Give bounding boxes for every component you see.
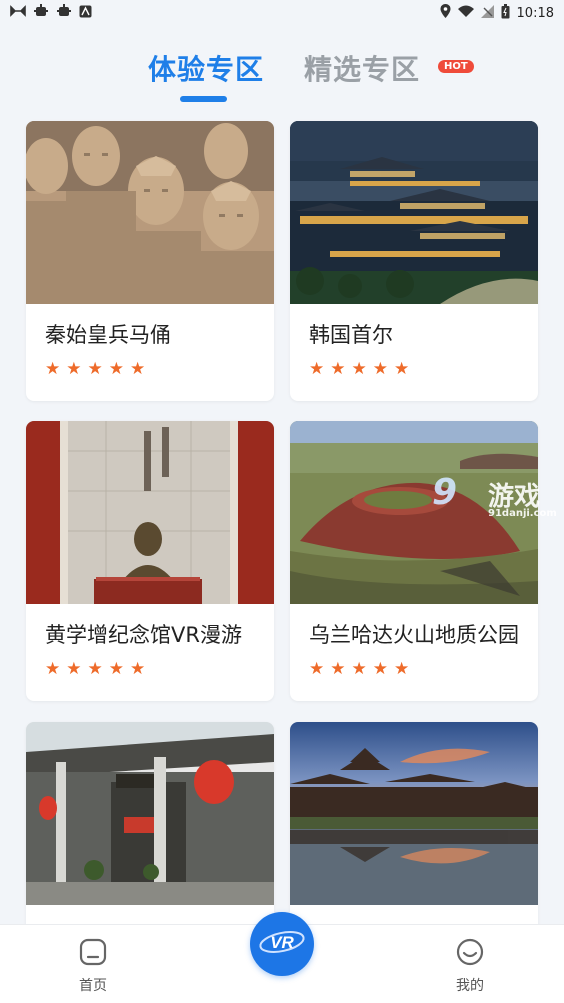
star-rating: ★ ★ ★ ★ ★ bbox=[45, 361, 145, 378]
card-title: 秦始皇兵马俑 bbox=[45, 323, 171, 347]
star-icon: ★ bbox=[45, 359, 61, 379]
star-icon: ★ bbox=[108, 359, 124, 379]
star-icon: ★ bbox=[130, 659, 146, 679]
hot-badge: HOT bbox=[438, 60, 474, 73]
memorial-hall-image bbox=[26, 421, 274, 604]
game-controller-icon bbox=[10, 5, 26, 21]
tab-experience-zone[interactable]: 体验专区 bbox=[148, 48, 264, 88]
star-icon: ★ bbox=[394, 359, 410, 379]
star-icon: ★ bbox=[351, 659, 367, 679]
star-icon: ★ bbox=[351, 359, 367, 379]
a-icon bbox=[79, 5, 92, 22]
star-icon: ★ bbox=[87, 359, 103, 379]
vr-label: VR bbox=[270, 933, 294, 952]
signal-off-icon bbox=[480, 4, 494, 22]
location-icon bbox=[440, 4, 451, 22]
nav-profile-label: 我的 bbox=[456, 978, 484, 994]
ancestral-hall-image bbox=[26, 722, 274, 905]
card-title: 韩国首尔 bbox=[309, 323, 393, 347]
profile-icon bbox=[455, 938, 485, 971]
status-left bbox=[10, 4, 92, 22]
status-right: 10:18 bbox=[440, 3, 554, 23]
watermark-logo: 9 游戏 91danji.com bbox=[428, 472, 563, 527]
star-icon: ★ bbox=[66, 659, 82, 679]
star-rating: ★ ★ ★ ★ ★ bbox=[45, 661, 145, 678]
tab-featured-zone[interactable]: 精选专区 bbox=[304, 48, 420, 88]
status-bar: 10:18 bbox=[0, 0, 564, 26]
watermark-url: 91danji.com bbox=[488, 508, 557, 519]
star-rating: ★ ★ ★ ★ ★ bbox=[309, 361, 409, 378]
terracotta-warriors-image bbox=[26, 121, 274, 304]
star-icon: ★ bbox=[87, 659, 103, 679]
star-icon: ★ bbox=[372, 659, 388, 679]
pavilion-lake-image bbox=[290, 722, 538, 905]
battery-icon bbox=[501, 3, 510, 23]
card-title: 黄学增纪念馆VR漫游 bbox=[45, 623, 242, 647]
star-icon: ★ bbox=[45, 659, 61, 679]
vr-center-button[interactable]: VR bbox=[250, 912, 314, 976]
watermark-mark: 9 bbox=[432, 472, 458, 513]
scenic-card[interactable]: 韩国首尔 ★ ★ ★ ★ ★ bbox=[290, 121, 538, 401]
star-icon: ★ bbox=[130, 359, 146, 379]
star-icon: ★ bbox=[330, 659, 346, 679]
nav-home-label: 首页 bbox=[79, 978, 107, 994]
status-time: 10:18 bbox=[516, 5, 554, 21]
star-icon: ★ bbox=[66, 359, 82, 379]
active-tab-indicator bbox=[180, 96, 227, 102]
star-icon: ★ bbox=[108, 659, 124, 679]
scenic-card[interactable]: 秦始皇兵马俑 ★ ★ ★ ★ ★ bbox=[26, 121, 274, 401]
zone-tabs: 体验专区 精选专区 HOT bbox=[0, 40, 564, 110]
bug-icon bbox=[56, 4, 72, 22]
vr-icon: VR bbox=[258, 927, 306, 961]
home-icon bbox=[78, 938, 108, 971]
scenic-card[interactable]: 黄学增纪念馆VR漫游 ★ ★ ★ ★ ★ bbox=[26, 421, 274, 701]
bug-icon bbox=[33, 4, 49, 22]
wifi-icon bbox=[457, 5, 474, 21]
star-icon: ★ bbox=[394, 659, 410, 679]
star-icon: ★ bbox=[372, 359, 388, 379]
star-rating: ★ ★ ★ ★ ★ bbox=[309, 661, 409, 678]
scenic-card[interactable]: 乌兰哈达火山地质公园 ★ ★ ★ ★ ★ bbox=[290, 421, 538, 701]
nav-profile[interactable]: 我的 bbox=[440, 937, 500, 995]
nav-home[interactable]: 首页 bbox=[63, 937, 123, 995]
card-title: 乌兰哈达火山地质公园 bbox=[309, 623, 519, 647]
star-icon: ★ bbox=[309, 659, 325, 679]
star-icon: ★ bbox=[330, 359, 346, 379]
seoul-palace-image bbox=[290, 121, 538, 304]
star-icon: ★ bbox=[309, 359, 325, 379]
